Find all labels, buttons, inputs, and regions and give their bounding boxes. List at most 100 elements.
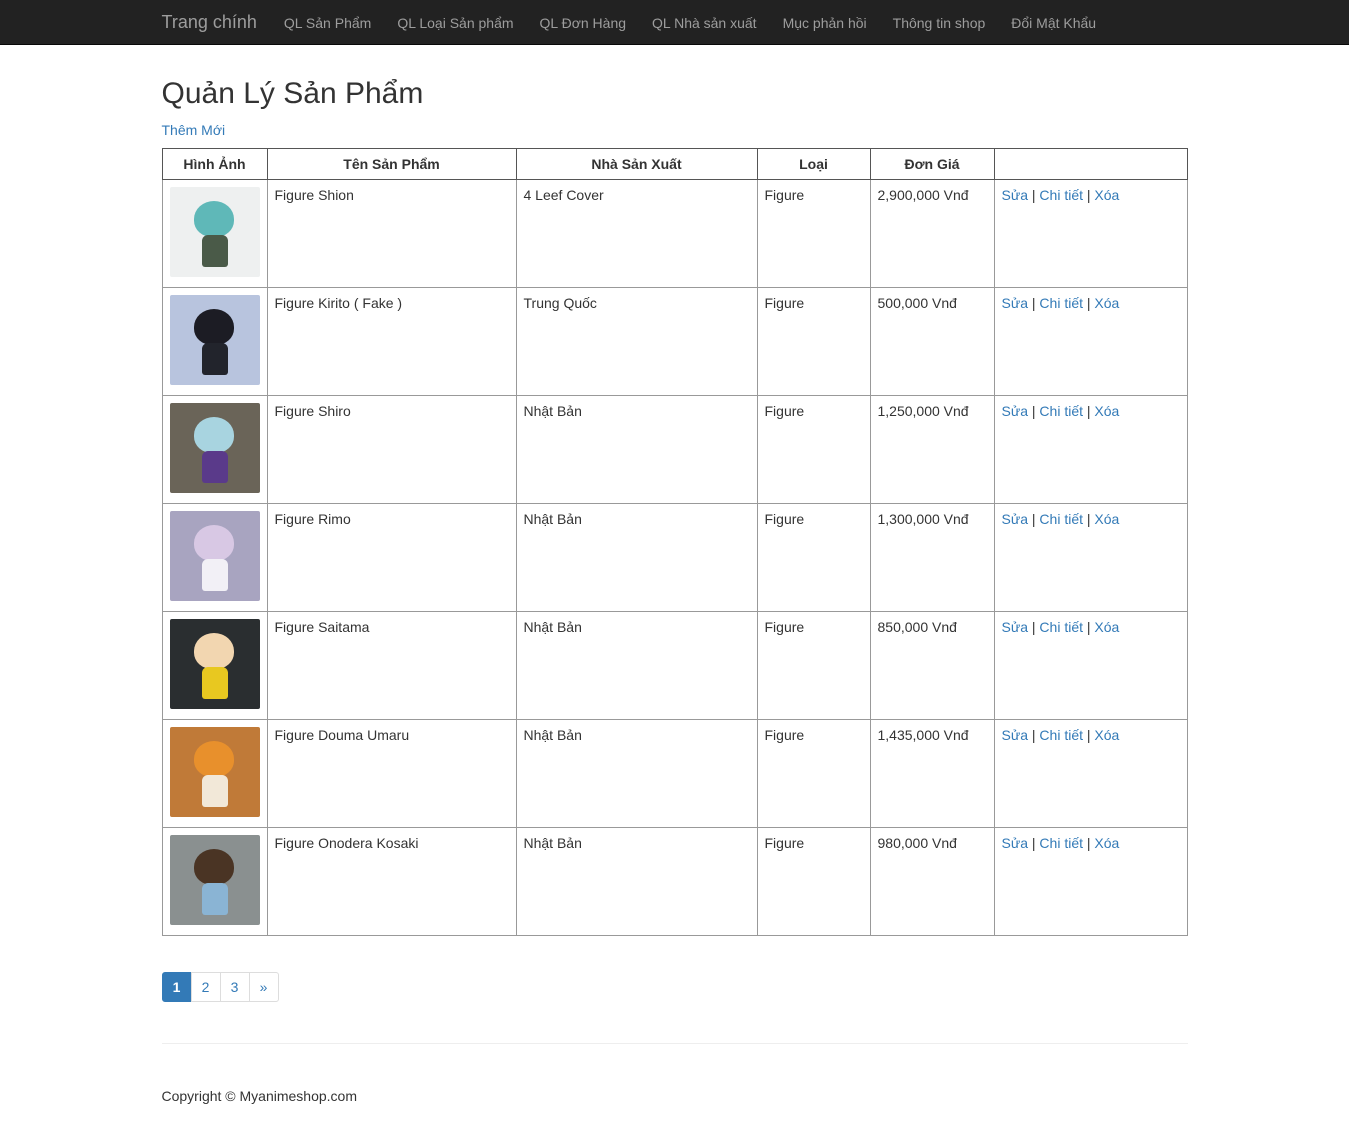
figure-body-shape xyxy=(201,883,228,915)
product-type: Figure xyxy=(756,611,871,720)
product-maker: Nhật Bản xyxy=(515,395,758,504)
nav-item-ql-san-pham[interactable]: QL Sản Phẩm xyxy=(284,15,371,31)
action-separator: | xyxy=(1086,511,1091,527)
product-image xyxy=(169,835,260,925)
product-image xyxy=(169,403,260,493)
pagination: 1 2 3 » xyxy=(161,972,1188,1002)
table-row: Figure Onodera Kosaki Nhật Bản Figure 980,0… xyxy=(161,827,1188,936)
details-link[interactable]: Chi tiết xyxy=(1039,619,1083,635)
product-name: Figure Douma Umaru xyxy=(266,719,517,828)
delete-link[interactable]: Xóa xyxy=(1094,511,1119,527)
product-type: Figure xyxy=(756,395,871,504)
product-image xyxy=(169,295,260,385)
delete-link[interactable]: Xóa xyxy=(1094,727,1119,743)
nav-item-ql-loai-san-pham[interactable]: QL Loại Sản phẩm xyxy=(397,15,513,31)
product-image-cell xyxy=(161,503,268,612)
action-separator: | xyxy=(1031,511,1036,527)
product-price: 500,000 Vnđ xyxy=(869,287,995,396)
details-link[interactable]: Chi tiết xyxy=(1039,295,1083,311)
next-page-button[interactable]: » xyxy=(248,972,279,1002)
product-maker: Trung Quốc xyxy=(515,287,758,396)
product-type: Figure xyxy=(756,827,871,936)
product-name: Figure Shiro xyxy=(266,395,517,504)
details-link[interactable]: Chi tiết xyxy=(1039,727,1083,743)
product-image xyxy=(169,511,260,601)
details-link[interactable]: Chi tiết xyxy=(1039,511,1083,527)
figure-head-shape xyxy=(193,741,234,777)
product-price: 2,900,000 Vnđ xyxy=(869,179,995,288)
product-price: 1,435,000 Vnđ xyxy=(869,719,995,828)
product-image-cell xyxy=(161,611,268,720)
col-header-name: Tên Sản Phẩm xyxy=(266,148,517,180)
edit-link[interactable]: Sửa xyxy=(1002,295,1029,311)
page-2-button[interactable]: 2 xyxy=(190,972,221,1002)
action-separator: | xyxy=(1086,403,1091,419)
add-new-link[interactable]: Thêm Mới xyxy=(162,120,226,140)
figure-head-shape xyxy=(193,309,234,345)
product-price: 1,250,000 Vnđ xyxy=(869,395,995,504)
product-maker: Nhật Bản xyxy=(515,827,758,936)
action-separator: | xyxy=(1031,835,1036,851)
delete-link[interactable]: Xóa xyxy=(1094,619,1119,635)
main-content: Quản Lý Sản Phẩm Thêm Mới Hình Ảnh Tên S… xyxy=(161,78,1188,1104)
edit-link[interactable]: Sửa xyxy=(1002,511,1029,527)
edit-link[interactable]: Sửa xyxy=(1002,619,1029,635)
nav-item-ql-don-hang[interactable]: QL Đơn Hàng xyxy=(540,15,626,31)
details-link[interactable]: Chi tiết xyxy=(1039,403,1083,419)
page-3-button[interactable]: 3 xyxy=(219,972,250,1002)
product-actions: Sửa | Chi tiết | Xóa xyxy=(993,395,1188,504)
nav-item-ql-nha-san-xuat[interactable]: QL Nhà sản xuất xyxy=(652,15,757,31)
edit-link[interactable]: Sửa xyxy=(1002,835,1029,851)
top-navbar: Trang chính QL Sản Phẩm QL Loại Sản phẩm… xyxy=(0,0,1349,45)
product-actions: Sửa | Chi tiết | Xóa xyxy=(993,719,1188,828)
product-image xyxy=(169,187,260,277)
table-row: Figure Shion 4 Leef Cover Figure 2,900,000 … xyxy=(161,179,1188,288)
footer-copyright: Copyright © Myanimeshop.com xyxy=(161,1088,358,1104)
product-name: Figure Rimo xyxy=(266,503,517,612)
action-separator: | xyxy=(1086,835,1091,851)
edit-link[interactable]: Sửa xyxy=(1002,403,1029,419)
delete-link[interactable]: Xóa xyxy=(1094,187,1119,203)
product-price: 850,000 Vnđ xyxy=(869,611,995,720)
edit-link[interactable]: Sửa xyxy=(1002,727,1029,743)
page-1-button[interactable]: 1 xyxy=(161,972,192,1002)
footer-divider xyxy=(161,1043,1188,1044)
product-name: Figure Saitama xyxy=(266,611,517,720)
product-image-cell xyxy=(161,287,268,396)
figure-body-shape xyxy=(201,451,228,483)
figure-body-shape xyxy=(201,343,228,375)
product-actions: Sửa | Chi tiết | Xóa xyxy=(993,503,1188,612)
nav-item-muc-phan-hoi[interactable]: Mục phản hồi xyxy=(783,15,867,31)
col-header-image: Hình Ảnh xyxy=(161,148,268,180)
action-separator: | xyxy=(1086,295,1091,311)
figure-body-shape xyxy=(201,775,228,807)
figure-head-shape xyxy=(193,633,234,669)
table-row: Figure Douma Umaru Nhật Bản Figure 1,435,00… xyxy=(161,719,1188,828)
product-actions: Sửa | Chi tiết | Xóa xyxy=(993,179,1188,288)
product-image-cell xyxy=(161,827,268,936)
product-actions: Sửa | Chi tiết | Xóa xyxy=(993,287,1188,396)
nav-item-doi-mat-khau[interactable]: Đổi Mật Khẩu xyxy=(1011,15,1096,31)
product-name: Figure Kirito ( Fake ) xyxy=(266,287,517,396)
product-image xyxy=(169,727,260,817)
table-row: Figure Kirito ( Fake ) Trung Quốc Figure 50… xyxy=(161,287,1188,396)
product-name: Figure Onodera Kosaki xyxy=(266,827,517,936)
products-table: Hình Ảnh Tên Sản Phẩm Nhà Sản Xuất Loại … xyxy=(161,148,1188,936)
action-separator: | xyxy=(1031,187,1036,203)
product-type: Figure xyxy=(756,287,871,396)
nav-item-thong-tin-shop[interactable]: Thông tin shop xyxy=(893,15,986,31)
details-link[interactable]: Chi tiết xyxy=(1039,835,1083,851)
delete-link[interactable]: Xóa xyxy=(1094,835,1119,851)
navbar-brand[interactable]: Trang chính xyxy=(162,12,257,33)
action-separator: | xyxy=(1086,619,1091,635)
product-maker: 4 Leef Cover xyxy=(515,179,758,288)
col-header-maker: Nhà Sản Xuất xyxy=(515,148,758,180)
delete-link[interactable]: Xóa xyxy=(1094,295,1119,311)
product-image-cell xyxy=(161,179,268,288)
edit-link[interactable]: Sửa xyxy=(1002,187,1029,203)
col-header-price: Đơn Giá xyxy=(869,148,995,180)
col-header-type: Loại xyxy=(756,148,871,180)
action-separator: | xyxy=(1031,295,1036,311)
delete-link[interactable]: Xóa xyxy=(1094,403,1119,419)
details-link[interactable]: Chi tiết xyxy=(1039,187,1083,203)
